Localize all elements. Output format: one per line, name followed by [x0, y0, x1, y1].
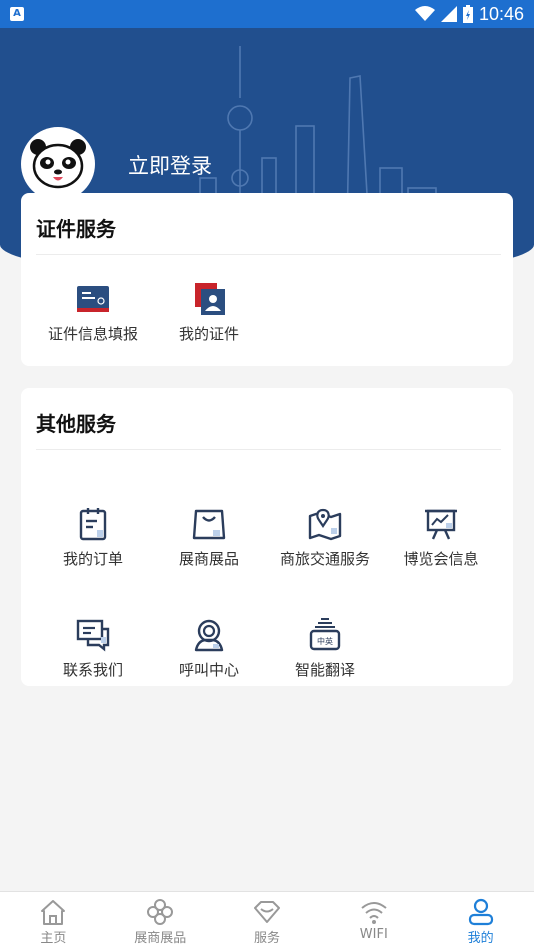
service-label: 智能翻译 — [294, 661, 355, 679]
cert-services-title: 证件服务 — [36, 217, 116, 241]
app-notification-icon: A — [10, 7, 24, 21]
nav-services[interactable]: 服务 — [214, 892, 321, 950]
map-location-icon — [308, 508, 342, 541]
divider — [36, 449, 501, 450]
nav-label: 我的 — [467, 931, 494, 946]
headset-agent-icon — [194, 619, 224, 652]
service-my-certificate[interactable]: 我的证件 — [151, 281, 267, 344]
cert-services-card: 证件服务 证件信息填报 我的证件 — [21, 193, 513, 366]
service-smart-translate[interactable]: 中英 智能翻译 — [267, 617, 383, 680]
nav-home[interactable]: 主页 — [0, 892, 107, 950]
clover-icon — [147, 899, 174, 925]
wifi-icon — [361, 902, 387, 924]
translator-glyph: 中英 — [317, 636, 333, 646]
login-link[interactable]: 立即登录 — [128, 150, 212, 180]
home-icon — [41, 900, 66, 925]
service-exhibitors[interactable]: 展商展品 — [151, 506, 267, 569]
service-my-orders[interactable]: 我的订单 — [35, 506, 151, 569]
nav-mine[interactable]: 我的 — [427, 892, 534, 950]
status-bar: A 10:46 — [0, 0, 534, 28]
translator-device-icon: 中英 — [309, 618, 341, 651]
service-cert-info-fill[interactable]: 证件信息填报 — [35, 281, 151, 344]
user-icon — [468, 898, 493, 926]
service-label: 博览会信息 — [403, 550, 479, 568]
service-expo-info[interactable]: 博览会信息 — [383, 506, 499, 569]
service-label: 呼叫中心 — [178, 661, 239, 679]
service-label: 展商展品 — [178, 550, 239, 568]
id-card-icon — [77, 286, 109, 312]
clock: 10:46 — [478, 3, 524, 24]
status-icons: 10:46 — [414, 3, 524, 25]
service-contact-us[interactable]: 联系我们 — [35, 617, 151, 680]
my-certificate-icon — [195, 283, 225, 315]
service-label: 我的证件 — [178, 325, 239, 343]
nav-label: 主页 — [40, 931, 67, 946]
order-clipboard-icon — [79, 508, 107, 541]
wifi-signal-icon — [414, 6, 435, 21]
service-call-center[interactable]: 呼叫中心 — [151, 617, 267, 680]
nav-label: 展商展品 — [134, 931, 187, 946]
service-label: 联系我们 — [62, 661, 123, 679]
cell-signal-icon — [440, 6, 457, 22]
divider — [36, 254, 501, 255]
avatar[interactable] — [21, 127, 95, 201]
battery-icon — [462, 5, 473, 23]
service-label: 我的订单 — [62, 550, 123, 568]
presentation-board-icon — [425, 509, 457, 540]
nav-wifi[interactable]: WIFI — [320, 892, 427, 950]
bottom-nav: 主页 展商展品 服务 WIFI 我的 — [0, 891, 534, 950]
other-services-card: 其他服务 我的订单 展商展品 商旅交通服务 博览会信息 联系我们 呼叫中心 中英… — [21, 388, 513, 686]
other-services-title: 其他服务 — [36, 412, 116, 436]
exhibitor-bag-icon — [192, 509, 226, 540]
panda-avatar-icon — [30, 139, 86, 189]
service-travel-transport[interactable]: 商旅交通服务 — [267, 506, 383, 569]
nav-label: WIFI — [359, 927, 388, 942]
service-label: 证件信息填报 — [47, 325, 138, 343]
diamond-icon — [253, 901, 280, 923]
nav-exhibitors[interactable]: 展商展品 — [107, 892, 214, 950]
service-label: 商旅交通服务 — [279, 550, 370, 568]
nav-label: 服务 — [253, 931, 280, 946]
chat-bubbles-icon — [76, 619, 110, 652]
